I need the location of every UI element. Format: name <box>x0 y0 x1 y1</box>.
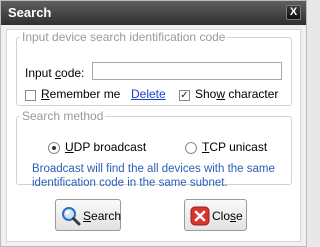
show-character-label[interactable]: Show character <box>195 87 278 101</box>
window-title: Search <box>8 5 52 20</box>
code-input[interactable] <box>92 62 282 80</box>
dialog-content: Input device search identification code … <box>6 29 301 242</box>
udp-broadcast-label[interactable]: UDP broadcast <box>65 140 146 154</box>
delete-link[interactable]: Delete <box>131 87 166 101</box>
title-bar[interactable]: Search X <box>1 1 306 25</box>
search-dialog: Search X Input device search identificat… <box>0 0 307 247</box>
close-button-label: Close <box>212 209 243 223</box>
remember-me-label[interactable]: Remember me <box>41 87 120 101</box>
tcp-unicast-radio[interactable] <box>185 142 197 154</box>
search-button[interactable]: Search <box>55 199 121 231</box>
window-close-button[interactable]: X <box>286 5 301 20</box>
tcp-unicast-label[interactable]: TCP unicast <box>202 140 267 154</box>
identification-group: Input device search identification code … <box>16 30 292 106</box>
remember-me-checkbox[interactable] <box>25 90 36 101</box>
search-button-label: Search <box>83 209 122 223</box>
identification-legend: Input device search identification code <box>22 30 226 44</box>
close-x-icon <box>190 206 210 226</box>
close-button[interactable]: Close <box>184 199 247 231</box>
show-character-checkbox[interactable]: ✓ <box>179 90 190 101</box>
broadcast-note: Broadcast will find the all devices with… <box>32 163 275 189</box>
magnifier-icon <box>62 207 81 226</box>
search-method-legend: Search method <box>22 109 104 123</box>
search-method-group: Search method UDP broadcast TCP unicast … <box>16 109 292 189</box>
input-code-label: Input code: <box>25 66 85 80</box>
udp-broadcast-radio[interactable] <box>48 142 60 154</box>
